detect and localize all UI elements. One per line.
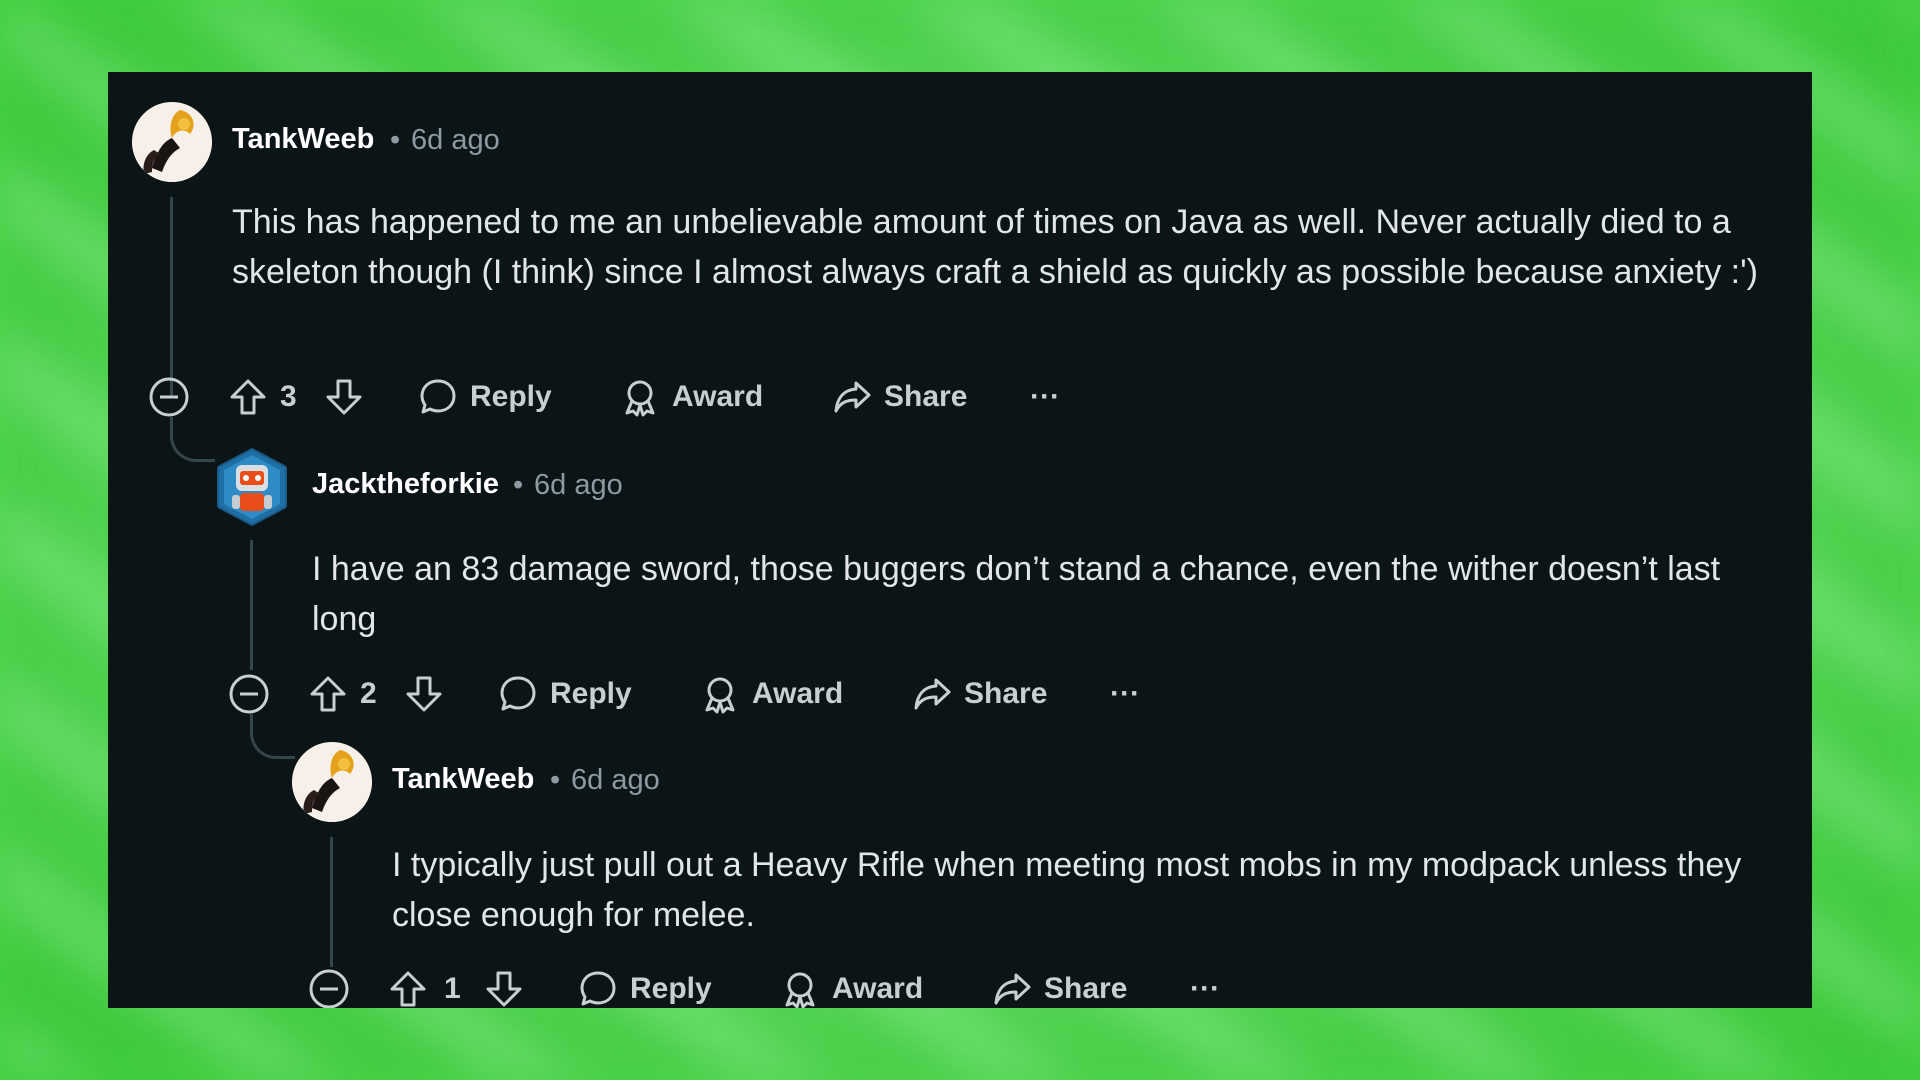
more-options-button[interactable]: ···	[1190, 964, 1220, 1008]
share-icon	[834, 381, 871, 413]
more-icon: ···	[1110, 677, 1140, 710]
downvote-icon	[326, 379, 362, 415]
thread-line[interactable]	[330, 837, 333, 967]
collapse-icon	[149, 377, 189, 417]
more-icon: ···	[1030, 380, 1060, 413]
meta-separator: •	[390, 124, 401, 156]
username[interactable]: Jacktheforkie	[312, 468, 499, 501]
more-options-button[interactable]: ···	[1030, 372, 1060, 422]
upvote-button[interactable]	[388, 964, 428, 1008]
comment-icon	[500, 676, 536, 711]
downvote-icon	[406, 676, 442, 712]
timestamp[interactable]: 6d ago	[411, 124, 500, 157]
downvote-button[interactable]	[484, 964, 524, 1008]
comment-icon	[420, 379, 456, 414]
vote-score: 1	[444, 972, 461, 1005]
upvote-icon	[310, 676, 346, 712]
timestamp[interactable]: 6d ago	[534, 469, 623, 502]
comment-thread-panel: TankWeeb • 6d ago This has happened to m…	[108, 72, 1812, 1008]
collapse-button[interactable]	[308, 964, 350, 1008]
meta-separator: •	[513, 469, 524, 501]
share-button[interactable]: Share	[912, 669, 1047, 719]
comment-body: This has happened to me an unbelievable …	[232, 203, 1758, 291]
award-label: Award	[752, 677, 844, 710]
award-icon	[625, 380, 655, 417]
timestamp[interactable]: 6d ago	[571, 764, 660, 797]
upvote-button[interactable]	[308, 669, 348, 719]
username[interactable]: TankWeeb	[232, 123, 374, 156]
meta-separator: •	[550, 764, 561, 796]
collapse-button[interactable]	[148, 372, 190, 422]
award-button[interactable]: Award	[700, 669, 843, 719]
award-label: Award	[832, 972, 924, 1005]
thread-connector	[250, 714, 295, 759]
upvote-icon	[230, 379, 266, 415]
thread-connector	[170, 417, 215, 462]
avatar[interactable]	[212, 447, 292, 527]
award-icon	[705, 677, 735, 714]
comment-body: I have an 83 damage sword, those buggers…	[312, 550, 1721, 638]
downvote-button[interactable]	[404, 669, 444, 719]
share-label: Share	[884, 380, 968, 413]
award-label: Award	[672, 380, 764, 413]
reply-button[interactable]: Reply	[498, 669, 632, 719]
comment-actions: 3 Reply Award Share ···	[148, 372, 1060, 422]
thread-line[interactable]	[170, 197, 173, 397]
share-icon	[914, 678, 951, 710]
comment-actions: 2 Reply Award Share ···	[228, 669, 1140, 719]
collapse-button[interactable]	[228, 669, 270, 719]
upvote-icon	[390, 971, 426, 1007]
downvote-button[interactable]	[324, 372, 364, 422]
reply-button[interactable]: Reply	[418, 372, 552, 422]
share-label: Share	[964, 677, 1048, 710]
username[interactable]: TankWeeb	[392, 763, 534, 796]
comment-body: I typically just pull out a Heavy Rifle …	[392, 846, 1742, 934]
comment-icon	[580, 971, 616, 1006]
upvote-button[interactable]	[228, 372, 268, 422]
reply-label: Reply	[470, 380, 552, 413]
collapse-icon	[229, 674, 269, 714]
thread-line[interactable]	[250, 540, 253, 670]
award-icon	[785, 972, 815, 1008]
reply-label: Reply	[630, 972, 712, 1005]
award-button[interactable]: Award	[620, 372, 763, 422]
downvote-icon	[486, 971, 522, 1007]
more-icon: ···	[1190, 972, 1220, 1005]
share-button[interactable]: Share	[832, 372, 967, 422]
share-icon	[994, 973, 1031, 1005]
vote-score: 3	[280, 380, 297, 413]
award-button[interactable]: Award	[780, 964, 923, 1008]
avatar[interactable]	[132, 102, 212, 182]
comment-actions: 1 Reply Award Share ···	[308, 964, 1220, 1008]
reply-button[interactable]: Reply	[578, 964, 712, 1008]
reply-label: Reply	[550, 677, 632, 710]
collapse-icon	[309, 969, 349, 1008]
vote-score: 2	[360, 677, 377, 710]
share-label: Share	[1044, 972, 1128, 1005]
share-button[interactable]: Share	[992, 964, 1127, 1008]
more-options-button[interactable]: ···	[1110, 669, 1140, 719]
avatar[interactable]	[292, 742, 372, 822]
